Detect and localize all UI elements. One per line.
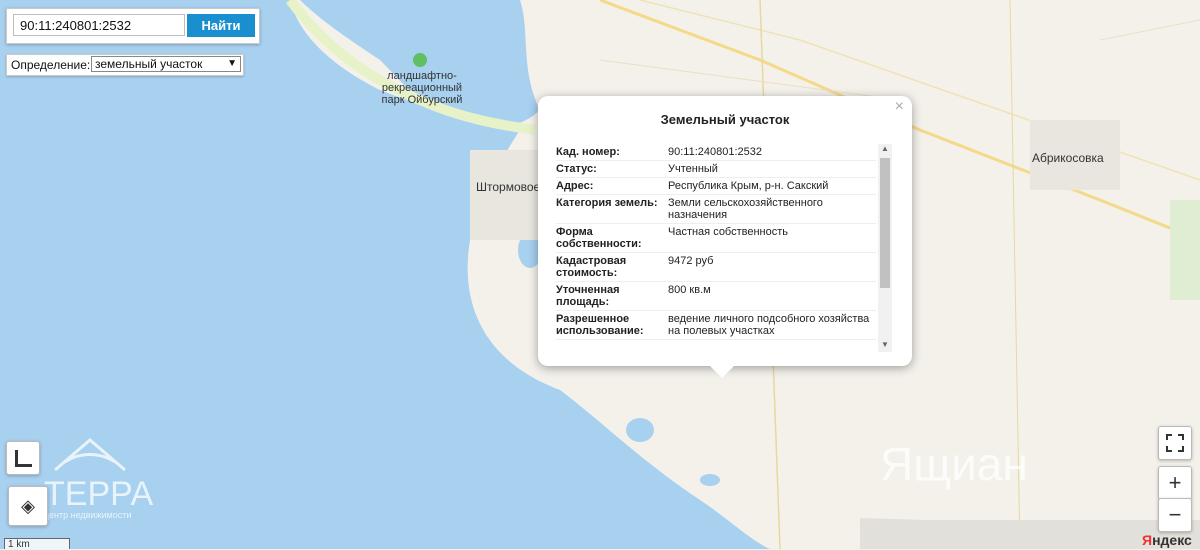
ruler-icon [14, 449, 32, 467]
table-row: Форма собственности: Частная собственност… [556, 224, 876, 253]
small-lake [700, 474, 720, 486]
ruler-button[interactable] [6, 441, 40, 475]
row-key: Статус: [556, 163, 597, 175]
yandex-attribution[interactable]: Яндекс [1142, 532, 1192, 548]
table-row: Статус: Учтенный [556, 161, 876, 178]
park-icon [413, 53, 427, 67]
table-row: Кад. номер: 90:11:240801:2532 [556, 144, 876, 161]
row-key: Категория земель: [556, 197, 658, 209]
terra-tagline: центр недвижимости [44, 510, 131, 520]
zoom-in-button[interactable]: + [1158, 466, 1192, 500]
row-key: Кад. номер: [556, 146, 620, 158]
row-value: Республика Крым, р-н. Сакский [668, 180, 829, 192]
scroll-down-icon[interactable]: ▼ [878, 340, 892, 352]
table-row: Кадастровая стоимость: 9472 руб [556, 253, 876, 282]
row-value: 9472 руб [668, 255, 714, 267]
terra-brand: ТЕРРА [44, 475, 154, 513]
row-value: Земли сельскохозяйственного назначения [668, 197, 823, 221]
row-key: Уточненная площадь: [556, 284, 620, 308]
row-key: Адрес: [556, 180, 594, 192]
find-button[interactable]: Найти [187, 14, 255, 37]
village-label-stormovoe: Штормовое [476, 180, 541, 194]
row-value: 800 кв.м [668, 284, 711, 296]
table-row: Адрес: Республика Крым, р-н. Сакский [556, 178, 876, 195]
layers-icon: ◈ [21, 495, 35, 516]
park-label: ландшафтно-рекреационный парк Ойбурский [381, 70, 463, 106]
table-row: Уточненная площадь: 800 кв.м [556, 282, 876, 311]
small-lake [626, 418, 654, 442]
row-value: Частная собственность [668, 226, 789, 238]
row-key: Кадастровая стоимость: [556, 255, 627, 279]
scale-bar: 1 km [4, 538, 70, 550]
parcel-popup: × Земельный участок Кад. номер: 90:11:240… [538, 96, 912, 378]
zoom-out-button[interactable]: − [1158, 498, 1192, 532]
district-label: Ящиан [880, 438, 1028, 490]
fullscreen-icon [1166, 434, 1184, 452]
row-value: Учтенный [668, 163, 718, 175]
definition-selected: земельный участок [95, 57, 203, 71]
popup-scrollbar[interactable]: ▲ ▼ [878, 144, 892, 352]
scroll-up-icon[interactable]: ▲ [878, 144, 892, 156]
row-key: Разрешенное использование: [556, 313, 644, 337]
attribution-rest: ндекс [1152, 532, 1192, 548]
table-row: Категория земель: Земли сельскохозяйствен… [556, 195, 876, 224]
row-value: ведение личного подсобного хозяйства на … [668, 313, 870, 337]
definition-panel: Определение: земельный участок ▼ [6, 54, 244, 76]
chevron-down-icon: ▼ [227, 58, 237, 69]
row-value: 90:11:240801:2532 [668, 146, 762, 158]
cadastral-search-input[interactable] [13, 14, 185, 36]
attribution-prefix: Я [1142, 532, 1153, 548]
definition-label: Определение: [11, 58, 91, 72]
table-row: Разрешенное использование: ведение личног… [556, 311, 876, 340]
scrollbar-thumb[interactable] [880, 158, 890, 288]
parcel-info-table: Кад. номер: 90:11:240801:2532 Статус: Учте… [556, 144, 876, 340]
fullscreen-button[interactable] [1158, 426, 1192, 460]
popup-title: Земельный участок [660, 112, 790, 127]
row-key: Форма собственности: [556, 226, 642, 250]
green-field [1170, 200, 1200, 300]
layers-button[interactable]: ◈ [8, 486, 48, 526]
village-label-abrikosovka: Абрикосовка [1032, 151, 1104, 165]
search-panel: Найти [6, 8, 260, 44]
village-area [470, 150, 540, 240]
definition-select[interactable]: земельный участок ▼ [91, 56, 241, 72]
